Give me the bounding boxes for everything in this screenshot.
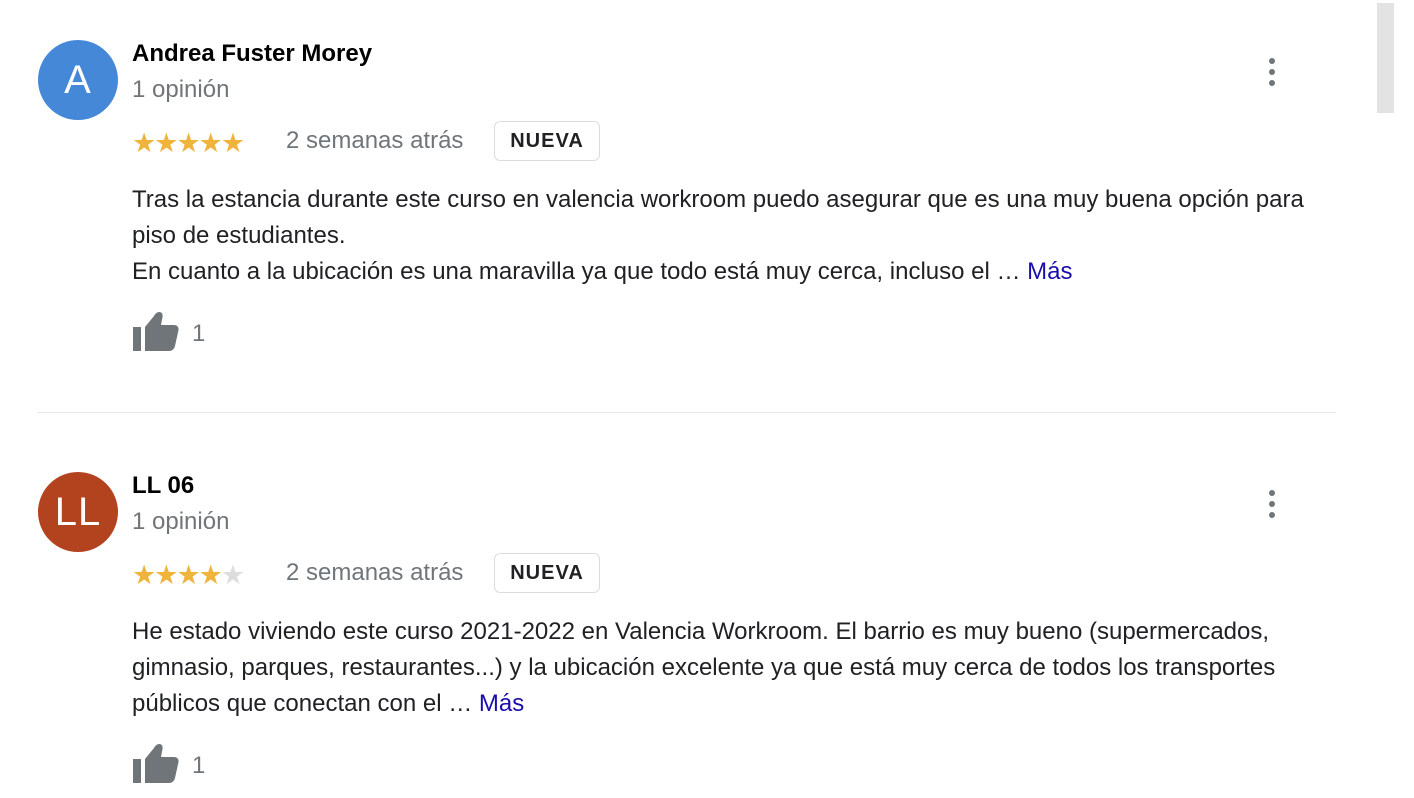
review-text-line: He estado viviendo este curso 2021-2022 … bbox=[132, 618, 1276, 717]
star-filled-icon: ★ bbox=[132, 560, 156, 590]
review-text-line: Tras la estancia durante este curso en v… bbox=[132, 186, 1304, 249]
reviewer-name[interactable]: LL 06 bbox=[132, 470, 194, 502]
like-count: 1 bbox=[192, 752, 206, 779]
star-filled-icon: ★ bbox=[176, 128, 200, 158]
more-options-button[interactable] bbox=[1256, 52, 1288, 92]
star-filled-icon: ★ bbox=[132, 128, 156, 158]
review-text: Tras la estancia durante este curso en v… bbox=[132, 182, 1342, 290]
more-options-button[interactable] bbox=[1256, 484, 1288, 524]
scrollbar-thumb[interactable] bbox=[1377, 3, 1394, 113]
star-rating: ★★★★★ bbox=[132, 128, 245, 158]
thumb-up-icon[interactable] bbox=[132, 742, 180, 786]
star-rating: ★★★★★ bbox=[132, 560, 245, 590]
star-filled-icon: ★ bbox=[154, 560, 178, 590]
review-date: 2 semanas atrás bbox=[286, 127, 464, 154]
like-count: 1 bbox=[192, 320, 206, 347]
review-date: 2 semanas atrás bbox=[286, 559, 464, 586]
review-text-line: En cuanto a la ubicación es una maravill… bbox=[132, 258, 1073, 285]
reviewer-review-count: 1 opinión bbox=[132, 76, 230, 103]
reviewer-review-count: 1 opinión bbox=[132, 508, 230, 535]
avatar[interactable]: LL bbox=[38, 472, 118, 552]
reviewer-name[interactable]: Andrea Fuster Morey bbox=[132, 38, 372, 70]
star-filled-icon: ★ bbox=[220, 128, 245, 158]
review-text: He estado viviendo este curso 2021-2022 … bbox=[132, 614, 1342, 722]
new-badge: NUEVA bbox=[494, 121, 600, 161]
reviews-page: A Andrea Fuster Morey 1 opinión ★★★★★ 2 … bbox=[0, 0, 1414, 798]
star-empty-icon: ★ bbox=[220, 560, 245, 590]
star-filled-icon: ★ bbox=[198, 128, 223, 158]
star-filled-icon: ★ bbox=[176, 560, 200, 590]
more-link[interactable]: Más bbox=[479, 690, 524, 717]
divider bbox=[38, 412, 1336, 413]
more-link[interactable]: Más bbox=[1027, 258, 1072, 285]
more-vert-icon bbox=[1269, 58, 1275, 64]
star-filled-icon: ★ bbox=[198, 560, 223, 590]
star-filled-icon: ★ bbox=[154, 128, 178, 158]
scrollbar[interactable] bbox=[1376, 0, 1394, 798]
avatar[interactable]: A bbox=[38, 40, 118, 120]
thumb-up-icon[interactable] bbox=[132, 310, 180, 354]
more-vert-icon bbox=[1269, 490, 1275, 496]
new-badge: NUEVA bbox=[494, 553, 600, 593]
